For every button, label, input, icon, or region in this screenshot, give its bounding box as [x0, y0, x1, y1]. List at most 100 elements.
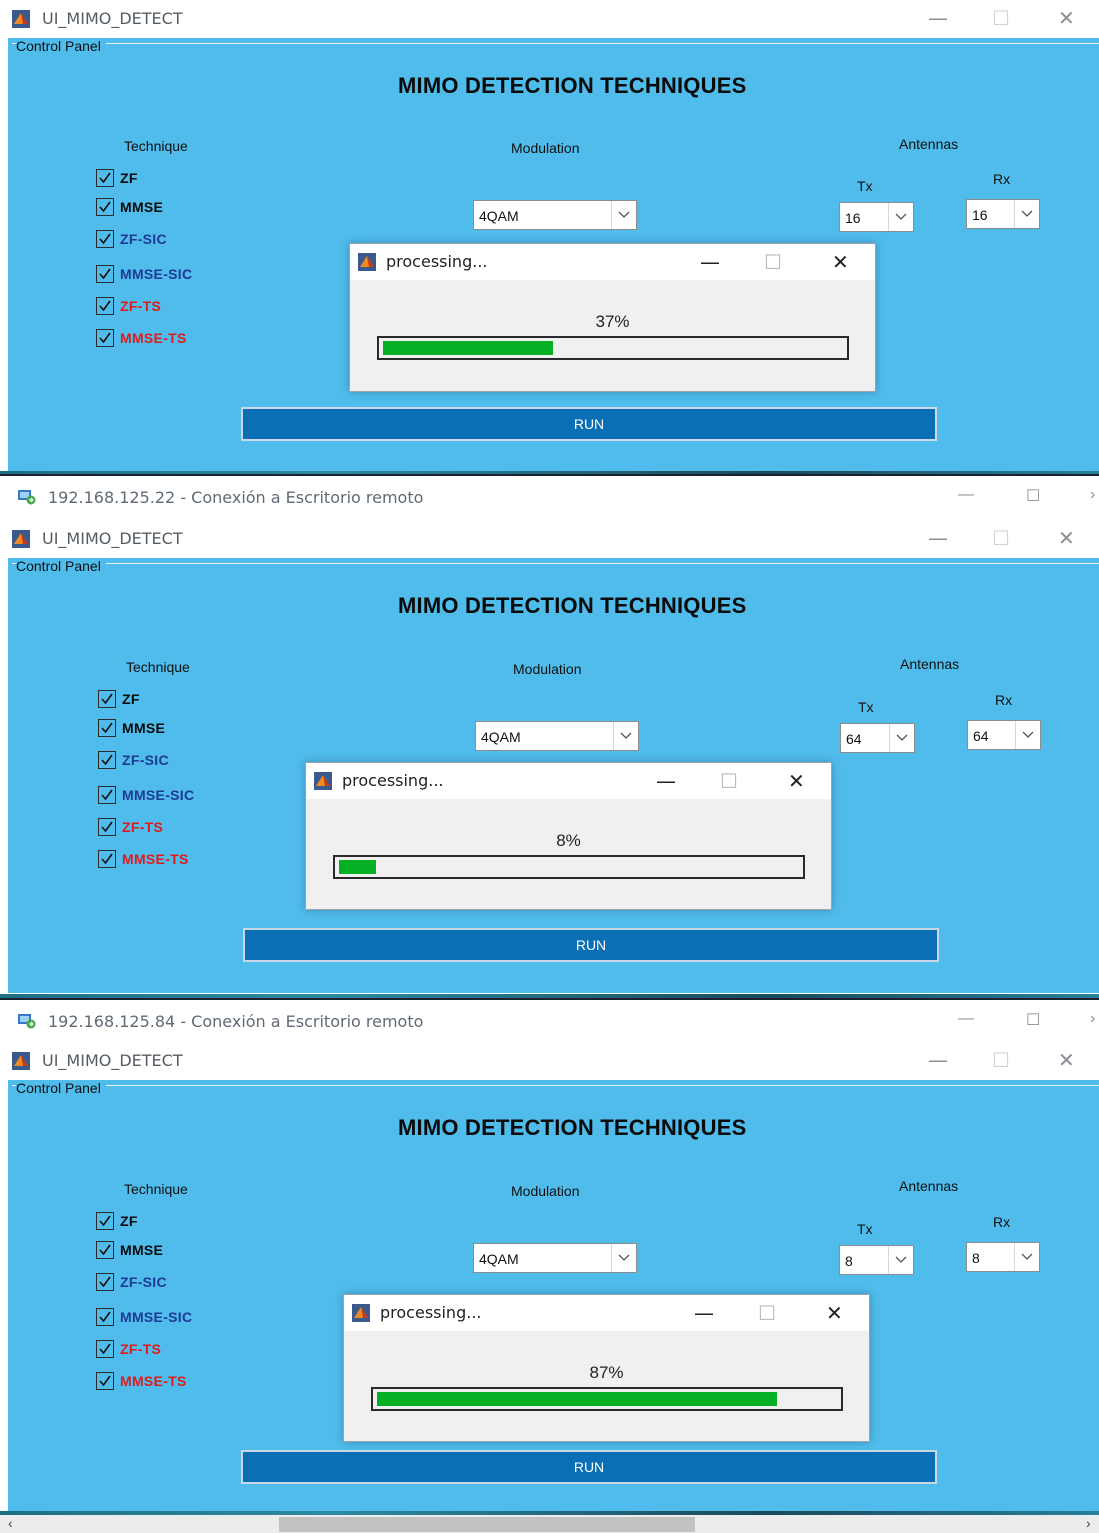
maximize-icon[interactable]: ☐	[720, 769, 738, 793]
minimize-icon[interactable]: —	[694, 1301, 714, 1325]
dialog-titlebar[interactable]: processing... — ☐ ✕	[344, 1295, 869, 1331]
matlab-icon	[314, 772, 332, 790]
matlab-window-3: UI_MIMO_DETECT — ☐ ✕ Control Panel MIMO …	[0, 1042, 1099, 1517]
close-icon[interactable]: ✕	[1058, 526, 1075, 550]
panel-border	[12, 1085, 1099, 1086]
tx-label: Tx	[858, 699, 874, 715]
checkbox-zf-ts[interactable]	[96, 1340, 114, 1358]
maximize-icon[interactable]: ☐	[992, 6, 1010, 30]
checkbox-zf-sic[interactable]	[96, 1273, 114, 1291]
maximize-icon[interactable]: ☐	[992, 526, 1010, 550]
processing-dialog: processing... — ☐ ✕ 37%	[349, 243, 876, 392]
checkbox-mmse-ts[interactable]	[96, 1372, 114, 1390]
modulation-dropdown[interactable]: 4QAM	[473, 1243, 637, 1273]
chevron-down-icon	[888, 1246, 913, 1274]
scroll-right-icon[interactable]: ›	[1086, 1515, 1091, 1531]
minimize-icon[interactable]: —	[700, 250, 720, 274]
close-icon[interactable]: ✕	[826, 1301, 843, 1325]
minimize-icon[interactable]: —	[958, 486, 974, 504]
window-titlebar[interactable]: UI_MIMO_DETECT — ☐ ✕	[0, 0, 1099, 38]
chevron-down-icon	[889, 724, 914, 752]
maximize-icon[interactable]: ☐	[1026, 486, 1040, 506]
run-button[interactable]: RUN	[241, 1450, 937, 1484]
rx-label: Rx	[993, 171, 1011, 187]
minimize-icon[interactable]: —	[656, 769, 676, 793]
minimize-icon[interactable]: —	[958, 1010, 974, 1028]
rx-label: Rx	[995, 692, 1013, 708]
modulation-dropdown[interactable]: 4QAM	[473, 200, 637, 230]
chevron-down-icon	[611, 201, 636, 229]
checkbox-mmse-sic[interactable]	[96, 1308, 114, 1326]
horizontal-scrollbar[interactable]: ‹ ›	[0, 1515, 1099, 1533]
modulation-label: Modulation	[511, 140, 580, 156]
progress-percent: 37%	[595, 312, 630, 331]
rx-value: 8	[972, 1250, 980, 1266]
checkbox-zf-sic[interactable]	[96, 230, 114, 248]
maximize-icon[interactable]: ☐	[758, 1301, 776, 1325]
rx-dropdown[interactable]: 8	[966, 1242, 1040, 1272]
dialog-titlebar[interactable]: processing... — ☐ ✕	[306, 763, 831, 799]
rx-dropdown[interactable]: 64	[967, 720, 1041, 750]
close-icon[interactable]: ✕	[832, 250, 849, 274]
rdp-titlebar-1[interactable]: 192.168.125.22 - Conexión a Escritorio r…	[0, 474, 1099, 518]
close-icon[interactable]: ✕	[1058, 1048, 1075, 1072]
panel-label: Control Panel	[16, 1080, 106, 1096]
technique-label: Technique	[126, 659, 190, 675]
close-icon[interactable]: ›	[1090, 486, 1095, 504]
page-title: MIMO DETECTION TECHNIQUES	[398, 593, 747, 618]
checkbox-zf-ts[interactable]	[98, 818, 116, 836]
close-icon[interactable]: ✕	[788, 769, 805, 793]
modulation-label: Modulation	[511, 1183, 580, 1199]
scroll-left-icon[interactable]: ‹	[8, 1515, 13, 1531]
checkbox-label-mmse: MMSE	[122, 720, 166, 736]
tx-dropdown[interactable]: 16	[839, 202, 914, 232]
tx-dropdown[interactable]: 64	[840, 723, 915, 753]
antennas-label: Antennas	[900, 656, 960, 672]
checkbox-zf-ts[interactable]	[96, 297, 114, 315]
antennas-label: Antennas	[899, 136, 959, 152]
checkbox-mmse-ts[interactable]	[98, 850, 116, 868]
scrollbar-thumb[interactable]	[279, 1517, 695, 1532]
minimize-icon[interactable]: —	[928, 526, 948, 550]
checkbox-zf[interactable]	[98, 690, 116, 708]
matlab-icon	[352, 1304, 370, 1322]
dialog-title: processing...	[342, 771, 444, 790]
chevron-down-icon	[1014, 200, 1039, 228]
checkbox-mmse-sic[interactable]	[96, 265, 114, 283]
modulation-dropdown[interactable]: 4QAM	[475, 721, 639, 751]
maximize-icon[interactable]: ☐	[764, 250, 782, 274]
chevron-down-icon	[611, 1244, 636, 1272]
rx-dropdown[interactable]: 16	[966, 199, 1040, 229]
rdp-title: 192.168.125.84 - Conexión a Escritorio r…	[48, 1012, 424, 1031]
checkbox-zf[interactable]	[96, 169, 114, 187]
matlab-icon	[358, 253, 376, 271]
maximize-icon[interactable]: ☐	[1026, 1010, 1040, 1030]
checkbox-mmse-sic[interactable]	[98, 786, 116, 804]
rdp-titlebar-2[interactable]: 192.168.125.84 - Conexión a Escritorio r…	[0, 998, 1099, 1042]
panel-label: Control Panel	[16, 38, 106, 54]
tx-value: 16	[845, 210, 861, 226]
run-button[interactable]: RUN	[243, 928, 939, 962]
remote-desktop-icon	[18, 490, 36, 505]
close-icon[interactable]: ›	[1090, 1010, 1095, 1028]
chevron-down-icon	[1015, 721, 1040, 749]
checkbox-mmse[interactable]	[96, 198, 114, 216]
dialog-titlebar[interactable]: processing... — ☐ ✕	[350, 244, 875, 280]
close-icon[interactable]: ✕	[1058, 6, 1075, 30]
minimize-icon[interactable]: —	[928, 6, 948, 30]
technique-label: Technique	[124, 138, 188, 154]
maximize-icon[interactable]: ☐	[992, 1048, 1010, 1072]
minimize-icon[interactable]: —	[928, 1048, 948, 1072]
checkbox-mmse-ts[interactable]	[96, 329, 114, 347]
tx-label: Tx	[857, 1221, 873, 1237]
checkbox-label-zf-sic: ZF-SIC	[120, 231, 167, 247]
checkbox-zf[interactable]	[96, 1212, 114, 1230]
processing-dialog: processing... — ☐ ✕ 87%	[343, 1294, 870, 1442]
window-titlebar[interactable]: UI_MIMO_DETECT — ☐ ✕	[0, 1042, 1099, 1080]
checkbox-mmse[interactable]	[96, 1241, 114, 1259]
window-titlebar[interactable]: UI_MIMO_DETECT — ☐ ✕	[0, 520, 1099, 558]
run-button[interactable]: RUN	[241, 407, 937, 441]
checkbox-zf-sic[interactable]	[98, 751, 116, 769]
checkbox-mmse[interactable]	[98, 719, 116, 737]
tx-dropdown[interactable]: 8	[839, 1245, 914, 1275]
